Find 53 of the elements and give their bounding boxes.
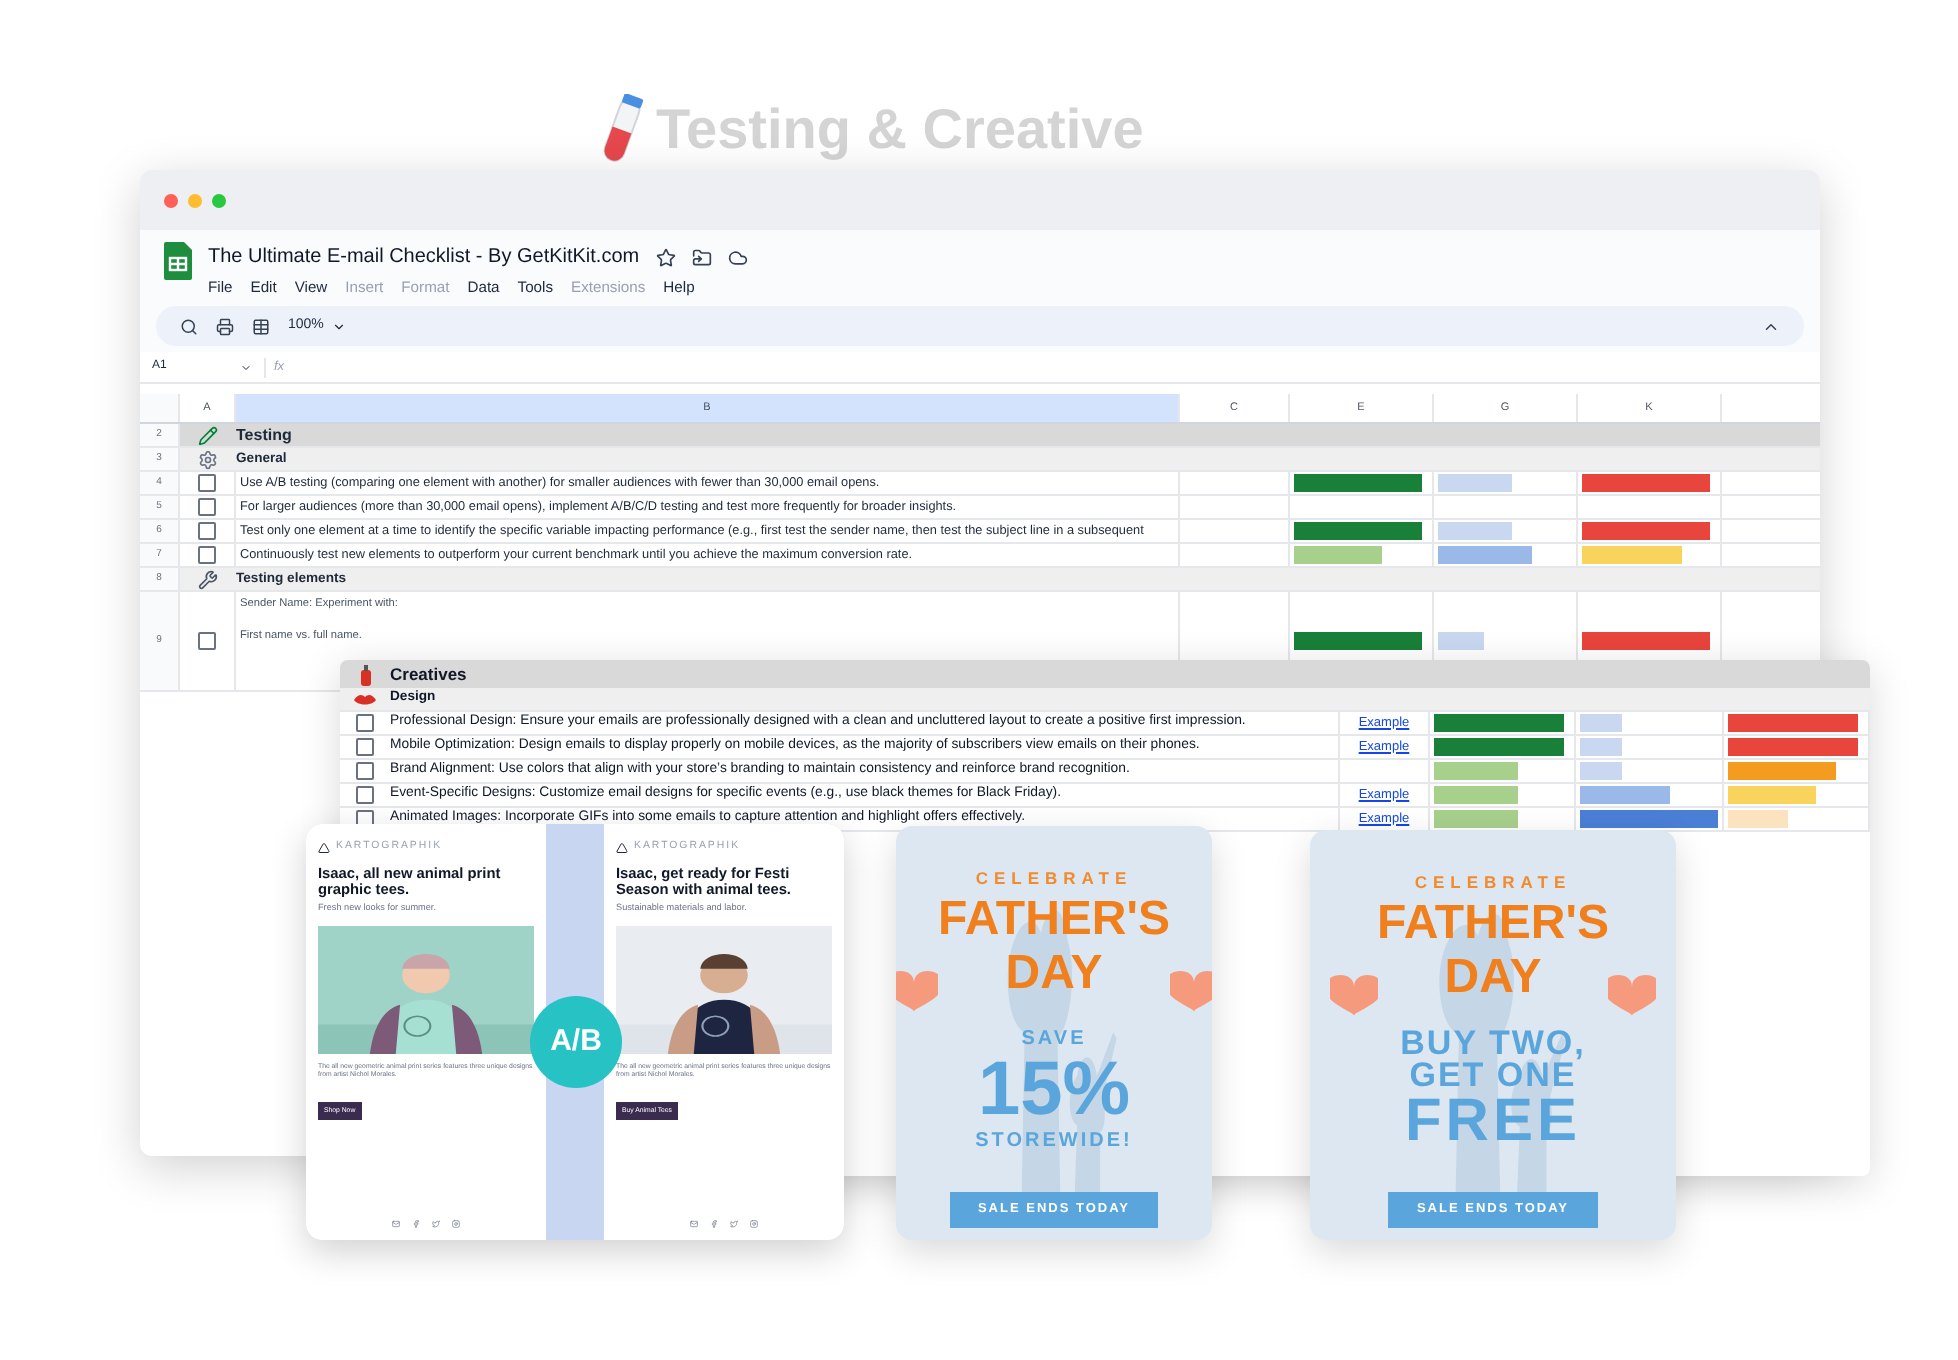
offer-text: 15% [977, 1053, 1131, 1126]
heart-icon [1169, 967, 1212, 1016]
checkbox[interactable] [356, 714, 374, 732]
document-title[interactable]: The Ultimate E-mail Checklist - By GetKitKit.com [208, 242, 640, 272]
search-icon[interactable] [180, 317, 198, 336]
star-icon[interactable] [655, 247, 676, 267]
twitter-icon [730, 1220, 738, 1228]
instagram-icon [452, 1220, 460, 1228]
section-title: Testing [236, 424, 292, 447]
close-icon[interactable] [164, 193, 178, 207]
kicker-text: CELEBRATE [1414, 870, 1572, 896]
offer-text: FREE [1404, 1091, 1581, 1152]
promo-title: DAY [1444, 949, 1542, 1004]
pencil-icon [198, 425, 218, 446]
heart-icon [1608, 971, 1657, 1020]
checkbox[interactable] [198, 522, 216, 541]
lips-icon [354, 693, 376, 705]
logo-icon [318, 841, 330, 854]
caret-icon [240, 361, 252, 374]
checkbox[interactable] [198, 632, 216, 651]
offer-text: BUY TWO, [1400, 1027, 1586, 1060]
extinguisher-icon [359, 663, 371, 685]
mail-icon [392, 1220, 400, 1228]
facebook-icon [710, 1220, 718, 1228]
promo-title: FATHER'S [1377, 895, 1609, 950]
checkbox[interactable] [356, 762, 374, 780]
promo-title: FATHER'S [938, 891, 1170, 946]
logo-icon [616, 841, 628, 854]
move-icon[interactable] [691, 247, 712, 267]
printer-icon[interactable] [216, 317, 234, 336]
instagram-icon [750, 1220, 758, 1228]
offer-text: GET ONE [1409, 1059, 1577, 1092]
spreadsheet-icon [164, 242, 192, 280]
wrench-icon [198, 569, 218, 590]
heart-icon [1329, 971, 1378, 1020]
checkbox[interactable] [198, 474, 216, 493]
kicker-text: CELEBRATE [975, 866, 1133, 892]
offer-text: STOREWIDE! [975, 1127, 1133, 1156]
mail-icon [690, 1220, 698, 1228]
checkbox[interactable] [198, 498, 216, 517]
offer-text: SAVE [1021, 1025, 1087, 1054]
checkbox[interactable] [198, 546, 216, 565]
facebook-icon [412, 1220, 420, 1228]
cloud-icon[interactable] [727, 247, 748, 267]
gear-icon [198, 449, 218, 470]
checkbox[interactable] [356, 786, 374, 804]
promo-title: DAY [1005, 945, 1103, 1000]
twitter-icon [432, 1220, 440, 1228]
heart-icon [896, 967, 939, 1016]
checkbox[interactable] [356, 738, 374, 756]
caret-icon [331, 319, 346, 334]
table-icon[interactable] [252, 317, 270, 336]
section-title: Creatives [390, 661, 467, 687]
